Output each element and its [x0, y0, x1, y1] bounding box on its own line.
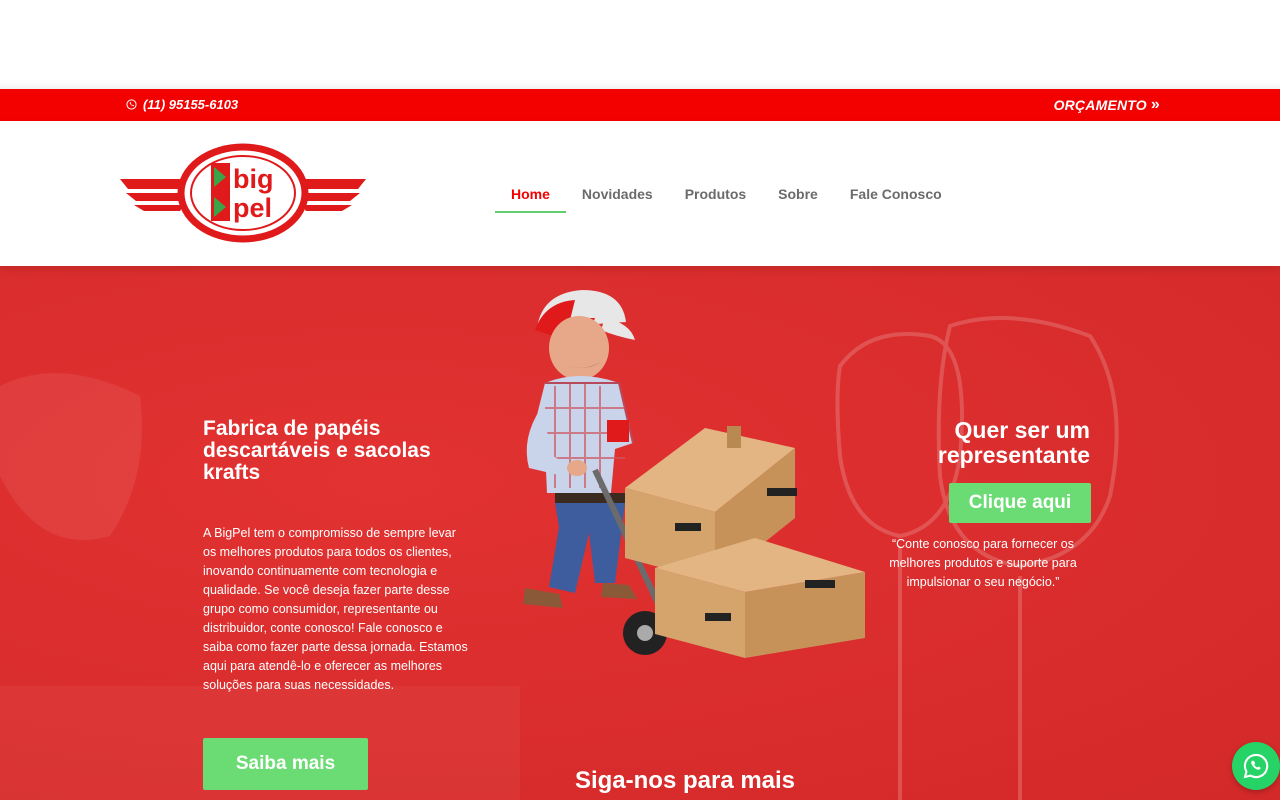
phone-number: (11) 95155-6103 — [143, 97, 239, 112]
double-chevron-right-icon: » — [1150, 96, 1160, 113]
nav-item-home[interactable]: Home — [495, 179, 566, 213]
bigpel-logo[interactable]: big pel — [118, 143, 368, 243]
delivery-man-illustration — [523, 290, 865, 658]
whatsapp-icon — [1243, 753, 1269, 779]
orcamento-link[interactable]: ORÇAMENTO » — [1054, 96, 1160, 114]
nav-item-produtos[interactable]: Produtos — [669, 179, 762, 213]
follow-us-title: Siga-nos para mais — [574, 767, 796, 794]
logo-text-pel: pel — [233, 193, 272, 223]
nav-item-sobre[interactable]: Sobre — [762, 179, 834, 213]
top-spacer — [0, 0, 1280, 89]
whatsapp-icon — [126, 99, 137, 110]
hero-left-description: A BigPel tem o compromisso de sempre lev… — [203, 526, 468, 692]
clique-aqui-button[interactable]: Clique aqui — [949, 483, 1091, 523]
hero-right-quote: “Conte conosco para fornecer os melhores… — [889, 537, 1077, 589]
orcamento-label: ORÇAMENTO — [1053, 97, 1147, 113]
nav-item-fale-conosco[interactable]: Fale Conosco — [834, 179, 958, 213]
logo-text-big: big — [233, 164, 274, 194]
site-header: big pel Home Novidades Produtos Sobre Fa… — [0, 121, 1280, 266]
main-nav: Home Novidades Produtos Sobre Fale Conos… — [495, 179, 958, 213]
top-bar: (11) 95155-6103 ORÇAMENTO » — [0, 89, 1280, 121]
saiba-mais-button[interactable]: Saiba mais — [203, 738, 368, 790]
hero-left-title: Fabrica de papéis descartáveis e sacolas… — [203, 417, 431, 484]
whatsapp-float-button[interactable] — [1232, 742, 1280, 790]
nav-item-novidades[interactable]: Novidades — [566, 179, 669, 213]
hero-right-title: Quer ser um representante — [937, 417, 1090, 468]
phone-link[interactable]: (11) 95155-6103 — [126, 97, 238, 112]
hero-section: Fabrica de papéis descartáveis e sacolas… — [0, 266, 1280, 800]
